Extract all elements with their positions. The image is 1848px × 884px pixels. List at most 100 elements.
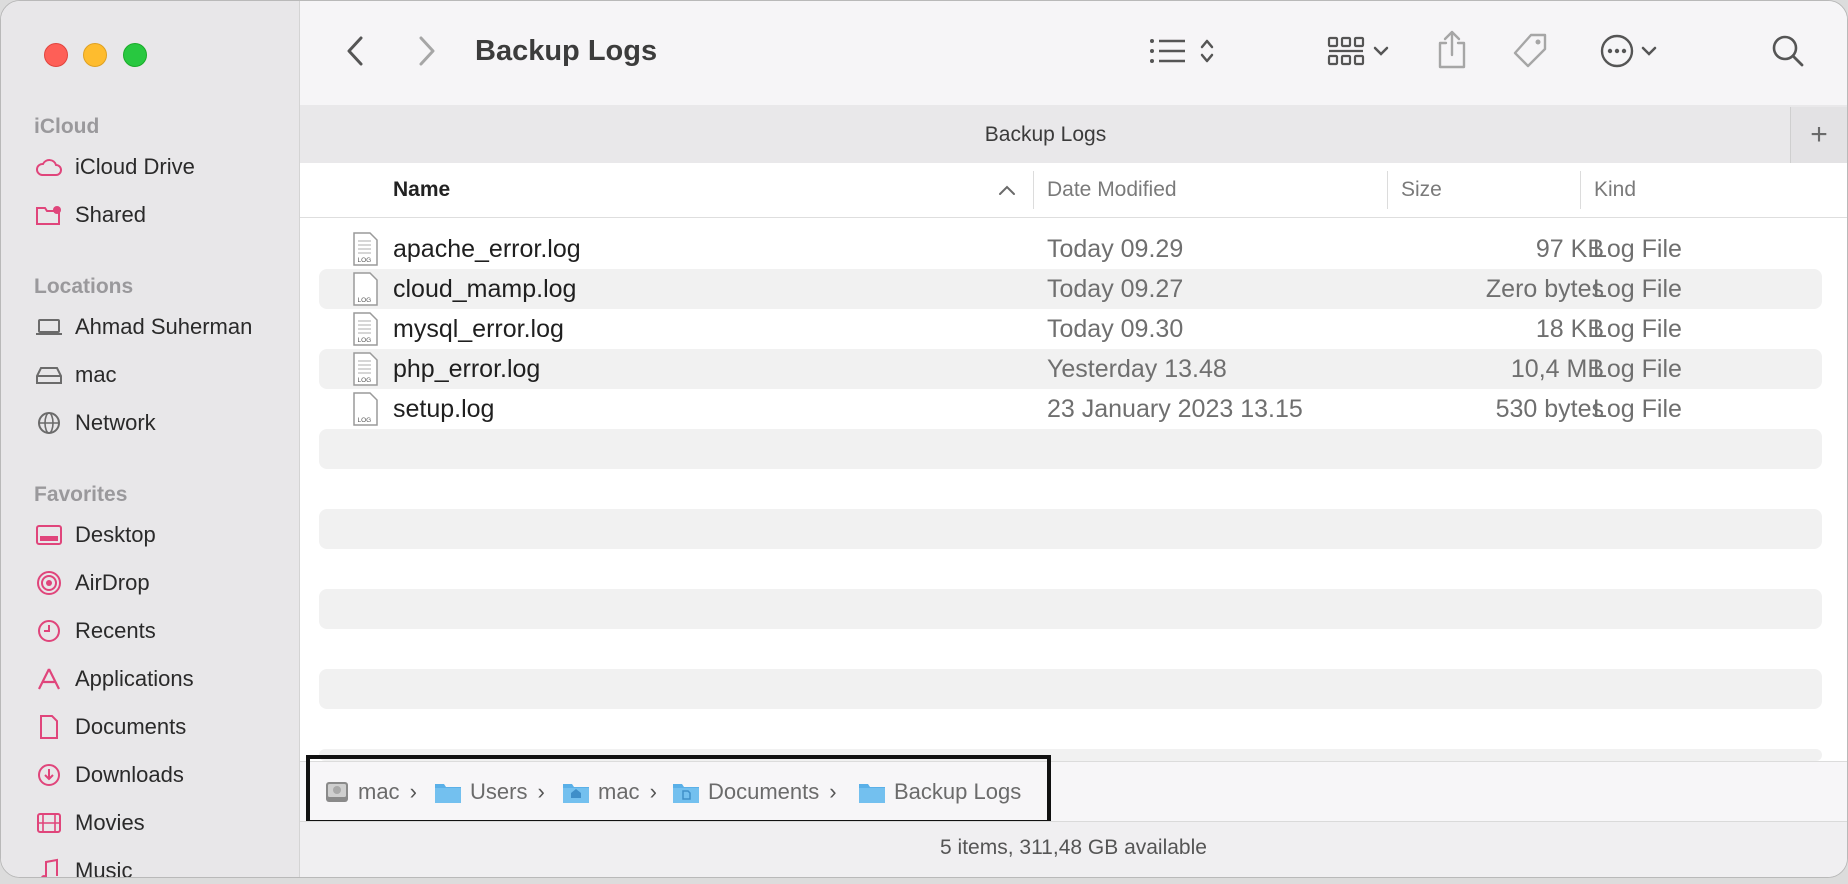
table-row[interactable]: LOG php_error.log Yesterday 13.48 10,4 M… <box>319 349 1822 389</box>
sidebar-item-label: Documents <box>75 714 187 739</box>
column-divider[interactable] <box>1033 171 1034 209</box>
file-date: 23 January 2023 13.15 <box>1047 395 1303 423</box>
log-file-icon: LOG <box>352 392 378 431</box>
file-name: mysql_error.log <box>393 315 564 343</box>
sidebar-item-recents[interactable]: Recents <box>35 615 156 647</box>
path-bar-highlight <box>306 755 1051 824</box>
file-size: 10,4 MB <box>1510 355 1604 383</box>
empty-row <box>319 669 1822 709</box>
tab-backup-logs[interactable]: Backup Logs <box>300 123 1791 147</box>
tab-bar: Backup Logs + <box>300 105 1847 164</box>
clock-icon <box>35 617 63 645</box>
sidebar-item-airdrop[interactable]: AirDrop <box>35 567 150 599</box>
column-divider[interactable] <box>1387 171 1388 209</box>
airdrop-icon <box>35 569 63 597</box>
empty-row <box>319 509 1822 549</box>
file-size: Zero bytes <box>1485 275 1604 303</box>
desktop-icon <box>35 521 63 549</box>
sidebar-item-label: Recents <box>75 618 156 643</box>
column-name[interactable]: Name <box>393 178 450 202</box>
svg-text:LOG: LOG <box>358 337 372 344</box>
sidebar-section-favorites: Favorites <box>34 483 128 506</box>
file-date: Yesterday 13.48 <box>1047 355 1227 383</box>
chevron-right-icon <box>417 35 437 72</box>
new-tab-button[interactable]: + <box>1790 107 1847 163</box>
search-button[interactable] <box>1770 35 1806 71</box>
sidebar-item-label: Shared <box>75 202 146 227</box>
sort-updown-icon <box>1199 36 1215 71</box>
sidebar-item-documents[interactable]: Documents <box>35 711 186 743</box>
globe-icon <box>35 409 63 437</box>
sidebar-item-shared[interactable]: Shared <box>35 199 146 231</box>
finder-window: iCloud iCloud Drive Shared Locations Ahm… <box>0 0 1848 878</box>
log-file-icon: LOG <box>352 272 378 311</box>
more-actions-button[interactable] <box>1596 33 1660 73</box>
music-icon <box>35 857 63 877</box>
film-icon <box>35 809 63 837</box>
sidebar-item-downloads[interactable]: Downloads <box>35 759 184 791</box>
column-kind[interactable]: Kind <box>1594 178 1636 202</box>
back-button[interactable] <box>338 35 372 71</box>
file-date: Today 09.30 <box>1047 315 1184 343</box>
file-date: Today 09.29 <box>1047 235 1184 263</box>
chevron-down-icon <box>1641 44 1657 62</box>
file-date: Today 09.27 <box>1047 275 1184 303</box>
table-row[interactable]: LOG setup.log 23 January 2023 13.15 530 … <box>319 389 1822 429</box>
sidebar-item-movies[interactable]: Movies <box>35 807 145 839</box>
table-row[interactable]: LOG mysql_error.log Today 09.30 18 KB Lo… <box>319 309 1822 349</box>
toolbar: Backup Logs <box>300 1 1847 105</box>
column-divider[interactable] <box>1580 171 1581 209</box>
search-icon <box>1771 34 1805 73</box>
empty-row <box>319 429 1822 469</box>
empty-row <box>319 589 1822 629</box>
minimize-window-button[interactable] <box>83 43 107 67</box>
group-button[interactable] <box>1322 35 1394 71</box>
table-row[interactable]: LOG apache_error.log Today 09.29 97 KB L… <box>319 229 1822 269</box>
document-icon <box>35 713 63 741</box>
log-file-icon: LOG <box>352 352 378 391</box>
sidebar-item-label: Applications <box>75 666 194 691</box>
svg-text:LOG: LOG <box>358 297 372 304</box>
forward-button[interactable] <box>410 35 444 71</box>
chevron-down-icon <box>1373 44 1389 62</box>
log-file-icon: LOG <box>352 232 378 271</box>
sidebar-item-label: Network <box>75 410 156 435</box>
svg-text:LOG: LOG <box>358 417 372 424</box>
zoom-window-button[interactable] <box>123 43 147 67</box>
sidebar-item-mac[interactable]: mac <box>35 359 117 391</box>
sidebar-item-desktop[interactable]: Desktop <box>35 519 156 551</box>
cloud-icon <box>35 153 63 181</box>
column-size[interactable]: Size <box>1401 178 1442 202</box>
svg-text:LOG: LOG <box>358 257 372 264</box>
file-list: LOG apache_error.log Today 09.29 97 KB L… <box>300 229 1847 761</box>
file-name: apache_error.log <box>393 235 581 263</box>
applications-icon <box>35 665 63 693</box>
sidebar-item-applications[interactable]: Applications <box>35 663 194 695</box>
column-date-modified[interactable]: Date Modified <box>1047 178 1177 202</box>
shared-folder-icon <box>35 201 63 229</box>
view-list-button[interactable] <box>1142 35 1222 71</box>
close-window-button[interactable] <box>44 43 68 67</box>
sidebar-item-label: mac <box>75 362 117 387</box>
sidebar-item-label: Movies <box>75 810 145 835</box>
log-file-icon: LOG <box>352 312 378 351</box>
status-bar: 5 items, 311,48 GB available <box>300 821 1847 877</box>
tag-icon <box>1511 32 1549 75</box>
tag-button[interactable] <box>1510 33 1550 73</box>
sidebar-item-label: Downloads <box>75 762 184 787</box>
file-name: setup.log <box>393 395 495 423</box>
share-button[interactable] <box>1434 29 1470 73</box>
table-row[interactable]: LOG cloud_mamp.log Today 09.27 Zero byte… <box>319 269 1822 309</box>
sidebar-section-icloud: iCloud <box>34 115 100 138</box>
sidebar-item-label: iCloud Drive <box>75 154 195 179</box>
sidebar-item-icloud-drive[interactable]: iCloud Drive <box>35 151 195 183</box>
sidebar-item-music[interactable]: Music <box>35 855 132 877</box>
sidebar-item-ahmad-suherman[interactable]: Ahmad Suherman <box>35 311 252 343</box>
download-icon <box>35 761 63 789</box>
sidebar-item-network[interactable]: Network <box>35 407 156 439</box>
sort-ascending-icon[interactable] <box>998 183 1016 201</box>
disk-icon <box>35 361 63 389</box>
file-kind: Log File <box>1593 395 1682 423</box>
file-name: cloud_mamp.log <box>393 275 577 303</box>
laptop-icon <box>35 313 63 341</box>
